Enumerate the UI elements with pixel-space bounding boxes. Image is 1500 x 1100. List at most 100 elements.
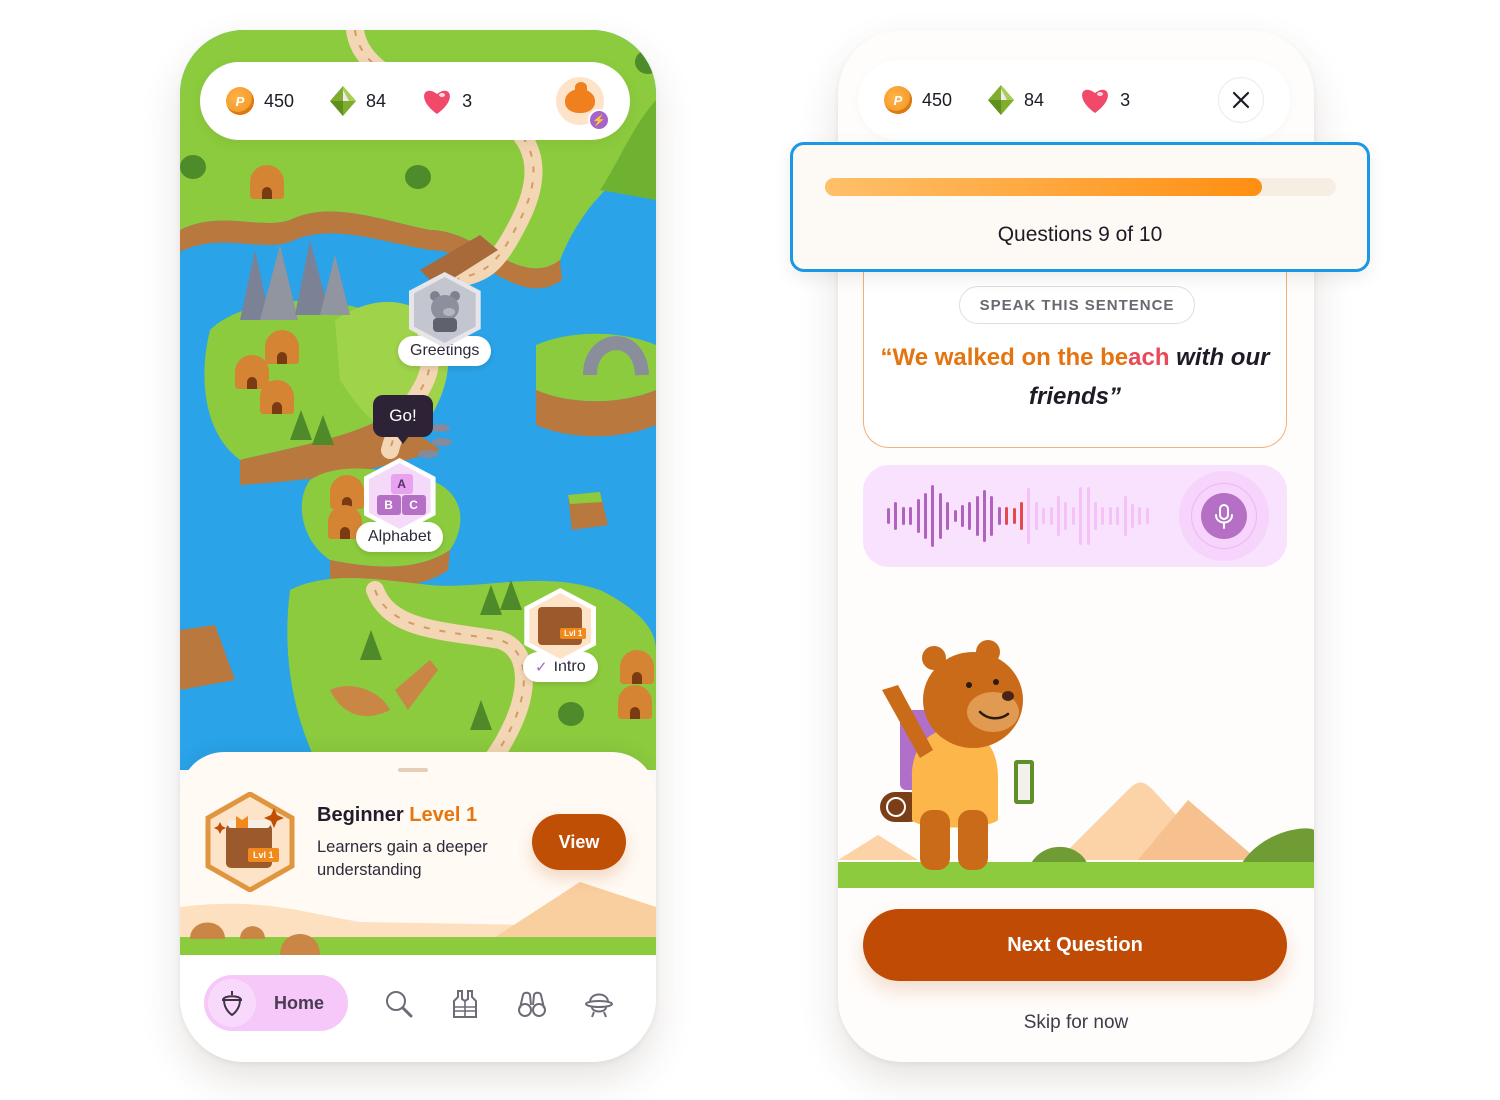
voice-recorder bbox=[863, 465, 1287, 567]
waveform-bar bbox=[1005, 506, 1009, 526]
stats-bar: P 450 84 3 bbox=[858, 60, 1290, 140]
lesson-node-alphabet[interactable]: A B C Alphabet bbox=[356, 458, 444, 552]
nav-item-home[interactable]: Home bbox=[204, 975, 348, 1031]
tree bbox=[635, 50, 656, 74]
waveform-bar bbox=[909, 506, 913, 526]
bottom-nav: Home bbox=[180, 955, 656, 1062]
profile-avatar[interactable]: ⚡ bbox=[556, 77, 610, 131]
view-button[interactable]: View bbox=[532, 814, 626, 870]
explorer-hat-icon[interactable] bbox=[584, 989, 614, 1019]
waveform-bar bbox=[887, 508, 890, 524]
hut bbox=[620, 650, 654, 684]
hut bbox=[265, 330, 299, 364]
waveform-bar bbox=[938, 492, 942, 540]
checkmark-icon: ✓ bbox=[535, 659, 548, 676]
tree bbox=[290, 410, 312, 440]
hearts-counter: 3 bbox=[1080, 86, 1130, 114]
waveform-bar bbox=[1079, 486, 1083, 546]
tree bbox=[480, 585, 502, 615]
gems-counter: 84 bbox=[330, 86, 386, 116]
hut bbox=[235, 355, 269, 389]
heart-icon bbox=[424, 90, 450, 114]
waveform-bar bbox=[1042, 508, 1046, 524]
waveform-bar bbox=[1086, 486, 1090, 546]
waveform-bar bbox=[894, 502, 898, 530]
level-card: Lvl 1 Beginner Level 1 Learners gain a d… bbox=[180, 752, 656, 957]
waveform-bar bbox=[931, 485, 935, 547]
waveform-bar bbox=[1116, 506, 1120, 526]
lesson-node-intro[interactable]: Lvl 1 ✓ Intro bbox=[523, 588, 598, 682]
tree bbox=[500, 580, 522, 610]
waveform-bar bbox=[1027, 488, 1031, 544]
waveform-bar bbox=[1145, 508, 1149, 524]
coin-icon: P bbox=[226, 87, 254, 115]
skip-link[interactable]: Skip for now bbox=[838, 1012, 1314, 1034]
microphone-icon bbox=[1215, 504, 1233, 529]
spoken-text: We walked on the be bbox=[892, 344, 1129, 371]
progress-fill bbox=[825, 178, 1262, 196]
gem-icon bbox=[988, 85, 1015, 115]
waveform-bar bbox=[968, 502, 972, 530]
waveform-bar bbox=[946, 502, 950, 530]
prompt-label: SPEAK THIS SENTENCE bbox=[959, 286, 1195, 324]
bear-mascot-illustration bbox=[838, 640, 1314, 888]
go-tooltip[interactable]: Go! bbox=[373, 395, 433, 444]
waveform-bar bbox=[1093, 502, 1097, 530]
current-text: ach bbox=[1128, 344, 1170, 371]
close-button[interactable] bbox=[1218, 77, 1264, 123]
level-title: Beginner Level 1 bbox=[317, 804, 478, 826]
tree bbox=[312, 415, 334, 445]
abc-blocks-icon: A B C bbox=[368, 463, 431, 529]
sheet-handle[interactable] bbox=[398, 768, 428, 772]
waveform-bar bbox=[1138, 506, 1142, 526]
tree bbox=[360, 630, 382, 660]
waveform-bar bbox=[1056, 495, 1060, 537]
waveform-bar bbox=[916, 498, 920, 534]
waveform-bar bbox=[901, 506, 905, 526]
hut bbox=[260, 380, 294, 414]
waveform-bar bbox=[975, 495, 979, 537]
gems-counter: 84 bbox=[988, 85, 1044, 115]
search-icon[interactable] bbox=[384, 989, 414, 1019]
waveform-bar bbox=[990, 495, 994, 537]
waveform-bar bbox=[1101, 506, 1105, 526]
block-a: A bbox=[390, 474, 413, 494]
waveform-bar bbox=[997, 506, 1001, 526]
next-question-button[interactable]: Next Question bbox=[863, 909, 1287, 981]
acorn-icon bbox=[221, 991, 243, 1016]
progress-card: Questions 9 of 10 bbox=[790, 142, 1370, 272]
target-sentence: “We walked on the beach with our friends… bbox=[880, 344, 1270, 410]
heart-icon bbox=[1082, 89, 1108, 113]
waveform-bar bbox=[983, 489, 987, 543]
waveform-bar bbox=[1123, 495, 1127, 537]
waveform-bar bbox=[1064, 502, 1068, 530]
gem-icon bbox=[330, 86, 357, 116]
waveform-bar bbox=[1049, 506, 1053, 526]
level-tag: Lvl 1 bbox=[560, 628, 587, 639]
map-screen: Greetings Go! A B C Alphabet Lvl 1 ✓ Int… bbox=[180, 30, 656, 1062]
bear-icon bbox=[413, 277, 476, 343]
mascot-icon bbox=[565, 82, 595, 113]
world-map[interactable]: Greetings Go! A B C Alphabet Lvl 1 ✓ Int… bbox=[180, 30, 656, 770]
waveform-bar bbox=[953, 509, 957, 523]
level-badge: Lvl 1 bbox=[204, 791, 296, 893]
waveform-bar bbox=[1020, 502, 1024, 530]
vest-icon[interactable] bbox=[450, 989, 480, 1019]
coins-counter: P 450 bbox=[226, 87, 294, 115]
progress-label: Questions 9 of 10 bbox=[997, 223, 1163, 246]
waveform-bar bbox=[923, 492, 927, 540]
level-tag: Lvl 1 bbox=[248, 848, 279, 862]
stats-bar: P 450 84 3 ⚡ bbox=[200, 62, 630, 140]
waveform-bar bbox=[1012, 508, 1016, 524]
binoculars-icon[interactable] bbox=[517, 989, 547, 1019]
coin-icon: P bbox=[884, 86, 912, 114]
tree bbox=[558, 702, 584, 726]
microphone-button[interactable] bbox=[1201, 493, 1247, 539]
tree bbox=[470, 700, 492, 730]
lesson-node-greetings[interactable]: Greetings bbox=[398, 272, 492, 366]
tree bbox=[405, 165, 431, 189]
tree bbox=[180, 155, 206, 179]
hut bbox=[618, 685, 652, 719]
hearts-counter: 3 bbox=[422, 87, 472, 115]
sentence-card: SPEAK THIS SENTENCE “We walked on the be… bbox=[863, 260, 1287, 448]
